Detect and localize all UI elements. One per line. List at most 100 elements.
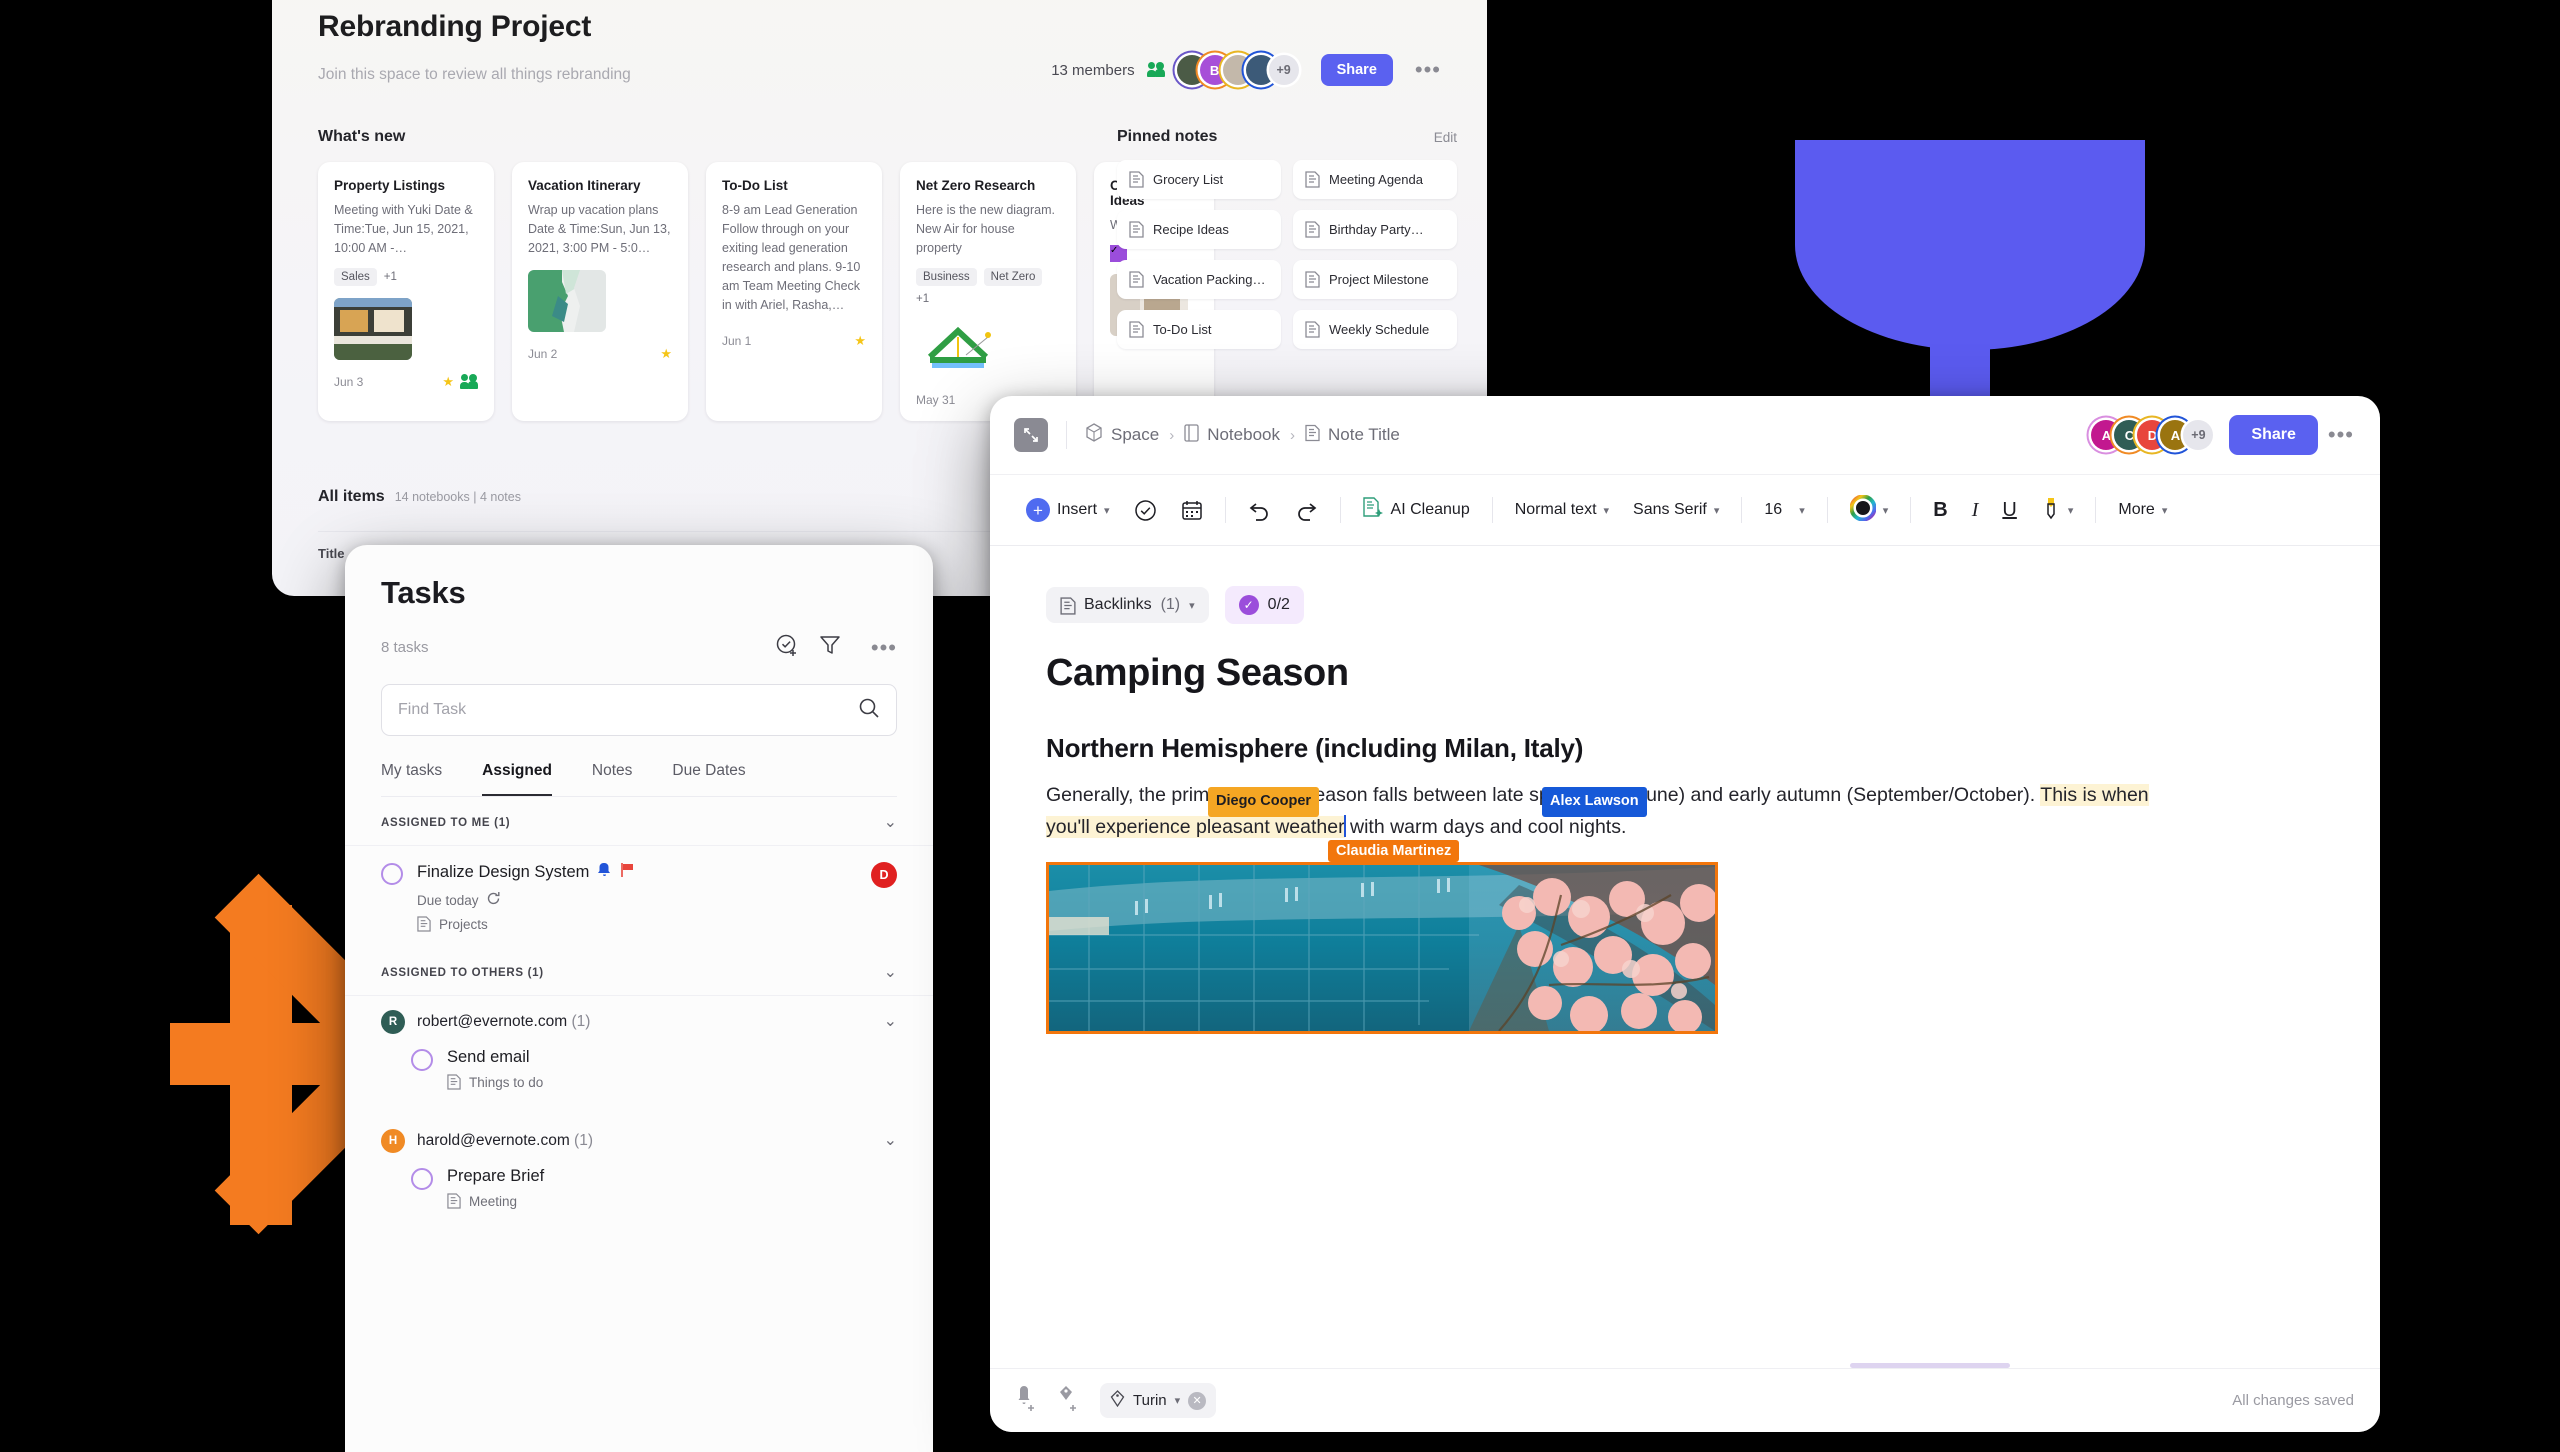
- task-row[interactable]: Finalize Design System Due today Project…: [345, 846, 933, 947]
- note-card-tag[interactable]: Net Zero: [983, 268, 1043, 286]
- note-card[interactable]: To-Do List 8-9 am Lead Generation Follow…: [706, 162, 882, 421]
- pinned-note-item[interactable]: Project Milestone: [1293, 260, 1457, 299]
- note-card-tag[interactable]: Sales: [334, 268, 377, 286]
- note-icon: [1060, 596, 1076, 615]
- task-assignee-avatar[interactable]: D: [871, 862, 897, 888]
- remove-tag-icon[interactable]: ✕: [1188, 1391, 1207, 1410]
- chevron-down-icon[interactable]: ⌄: [884, 1133, 897, 1149]
- redo-button[interactable]: [1283, 499, 1330, 521]
- chevron-down-icon: ▾: [1799, 504, 1805, 517]
- note-card-title: Vacation Itinerary: [528, 178, 641, 193]
- breadcrumb-note[interactable]: Note Title: [1305, 424, 1400, 447]
- tab-notes[interactable]: Notes: [592, 762, 633, 796]
- avatar-overflow[interactable]: +9: [1268, 55, 1299, 85]
- task-checkbox[interactable]: [411, 1168, 433, 1190]
- task-row[interactable]: Send email Things to do: [345, 1038, 933, 1099]
- task-progress-chip[interactable]: ✓ 0/2: [1224, 586, 1304, 624]
- pinned-note-item[interactable]: Vacation Packing…: [1117, 260, 1281, 299]
- pinned-note-item[interactable]: Birthday Party…: [1293, 210, 1457, 249]
- font-size-select[interactable]: 16 ▾: [1752, 501, 1816, 519]
- pinned-note-item[interactable]: Meeting Agenda: [1293, 160, 1457, 199]
- task-checkbox[interactable]: [411, 1049, 433, 1071]
- note-image-block[interactable]: Claudia Martinez: [1046, 839, 1718, 1034]
- insert-calendar-button[interactable]: [1169, 499, 1215, 521]
- pinned-note-item[interactable]: Weekly Schedule: [1293, 310, 1457, 349]
- pinned-note-label: Vacation Packing…: [1153, 272, 1266, 287]
- tab-due-dates[interactable]: Due Dates: [672, 762, 745, 796]
- paragraph-style-value: Normal text: [1514, 501, 1597, 518]
- group-assigned-to-me[interactable]: ASSIGNED TO ME (1) ⌄: [345, 797, 933, 846]
- ai-cleanup-button[interactable]: AI Cleanup: [1351, 496, 1482, 524]
- filter-icon[interactable]: [819, 634, 841, 661]
- font-family-select[interactable]: Sans Serif ▾: [1621, 501, 1731, 519]
- member-avatar-stack[interactable]: B +9: [1176, 55, 1299, 85]
- insert-button[interactable]: + Insert ▾: [1014, 498, 1122, 522]
- chevron-down-icon[interactable]: ⌄: [884, 1014, 897, 1030]
- reminder-bell-icon[interactable]: [597, 862, 612, 883]
- note-tag-turin[interactable]: Turin ▾ ✕: [1100, 1383, 1217, 1418]
- chevron-down-icon[interactable]: ▾: [1175, 1394, 1181, 1407]
- breadcrumb-space[interactable]: Space: [1085, 423, 1159, 447]
- note-card-title: To-Do List: [722, 178, 788, 193]
- note-paragraph[interactable]: Generally, the prime camping season fall…: [1046, 780, 2156, 844]
- share-button[interactable]: Share: [1320, 54, 1393, 86]
- highlight-button[interactable]: ▾: [2029, 496, 2086, 525]
- avatar-overflow[interactable]: +9: [2183, 420, 2214, 450]
- assignee-group-robert[interactable]: R robert@evernote.com (1) ⌄: [345, 996, 933, 1038]
- italic-button[interactable]: I: [1960, 499, 1991, 522]
- underline-button[interactable]: U: [1990, 499, 2028, 522]
- star-icon[interactable]: ★: [442, 374, 454, 390]
- paragraph-style-select[interactable]: Normal text ▾: [1503, 501, 1621, 519]
- add-tag-icon[interactable]: [1058, 1384, 1082, 1417]
- note-image[interactable]: [1046, 861, 1718, 1034]
- tasks-more-menu-icon[interactable]: •••: [871, 636, 897, 658]
- star-icon[interactable]: ★: [660, 346, 672, 362]
- note-card-title: Property Listings: [334, 178, 446, 193]
- undo-button[interactable]: [1236, 499, 1283, 521]
- flag-icon[interactable]: [620, 862, 634, 883]
- note-heading-1[interactable]: Camping Season: [1046, 652, 2324, 695]
- text-color-button[interactable]: ▾: [1838, 494, 1901, 526]
- add-reminder-icon[interactable]: [1016, 1384, 1040, 1417]
- assignee-email: robert@evernote.com: [417, 1013, 568, 1030]
- task-checkbox[interactable]: [381, 863, 403, 885]
- space-more-menu-icon[interactable]: •••: [1415, 59, 1441, 81]
- tab-assigned[interactable]: Assigned: [482, 762, 552, 796]
- task-row[interactable]: Prepare Brief Meeting: [345, 1157, 933, 1218]
- chevron-down-icon[interactable]: ⌄: [884, 965, 897, 981]
- bold-button[interactable]: B: [1921, 499, 1959, 522]
- backlinks-chip[interactable]: Backlinks (1) ▾: [1046, 587, 1209, 623]
- star-icon[interactable]: ★: [854, 333, 866, 349]
- pinned-edit-link[interactable]: Edit: [1434, 130, 1457, 145]
- task-notebook-label[interactable]: Meeting: [469, 1194, 517, 1209]
- expand-icon[interactable]: [1014, 418, 1048, 452]
- pinned-note-item[interactable]: To-Do List: [1117, 310, 1281, 349]
- task-notebook-label[interactable]: Projects: [439, 917, 488, 932]
- recurring-icon: [486, 891, 501, 909]
- assignee-group-harold[interactable]: H harold@evernote.com (1) ⌄: [345, 1115, 933, 1157]
- column-title[interactable]: Title: [318, 546, 345, 561]
- note-card-tag[interactable]: Business: [916, 268, 977, 286]
- editor-avatar-stack[interactable]: A C D A +9: [2091, 420, 2214, 450]
- search-icon[interactable]: [858, 697, 880, 724]
- note-heading-2[interactable]: Northern Hemisphere (including Milan, It…: [1046, 733, 2324, 764]
- search-input[interactable]: [398, 701, 858, 719]
- share-button[interactable]: Share: [2229, 415, 2318, 455]
- note-card-date: Jun 1: [722, 334, 752, 348]
- pinned-note-item[interactable]: Grocery List: [1117, 160, 1281, 199]
- pinned-note-item[interactable]: Recipe Ideas: [1117, 210, 1281, 249]
- note-card[interactable]: Net Zero Research Here is the new diagra…: [900, 162, 1076, 421]
- chevron-down-icon[interactable]: ⌄: [884, 815, 897, 831]
- note-card[interactable]: Property Listings Meeting with Yuki Date…: [318, 162, 494, 421]
- insert-task-button[interactable]: [1122, 499, 1169, 522]
- find-task-search[interactable]: [381, 684, 897, 736]
- note-card[interactable]: Vacation Itinerary Wrap up vacation plan…: [512, 162, 688, 421]
- divider: [1339, 497, 1341, 523]
- group-assigned-to-others[interactable]: ASSIGNED TO OTHERS (1) ⌄: [345, 947, 933, 996]
- more-formatting-button[interactable]: More ▾: [2106, 501, 2179, 519]
- tab-my-tasks[interactable]: My tasks: [381, 762, 442, 796]
- breadcrumb-notebook[interactable]: Notebook: [1184, 423, 1280, 447]
- add-task-icon[interactable]: [775, 633, 799, 662]
- task-notebook-label[interactable]: Things to do: [469, 1075, 543, 1090]
- editor-more-menu-icon[interactable]: •••: [2328, 424, 2354, 446]
